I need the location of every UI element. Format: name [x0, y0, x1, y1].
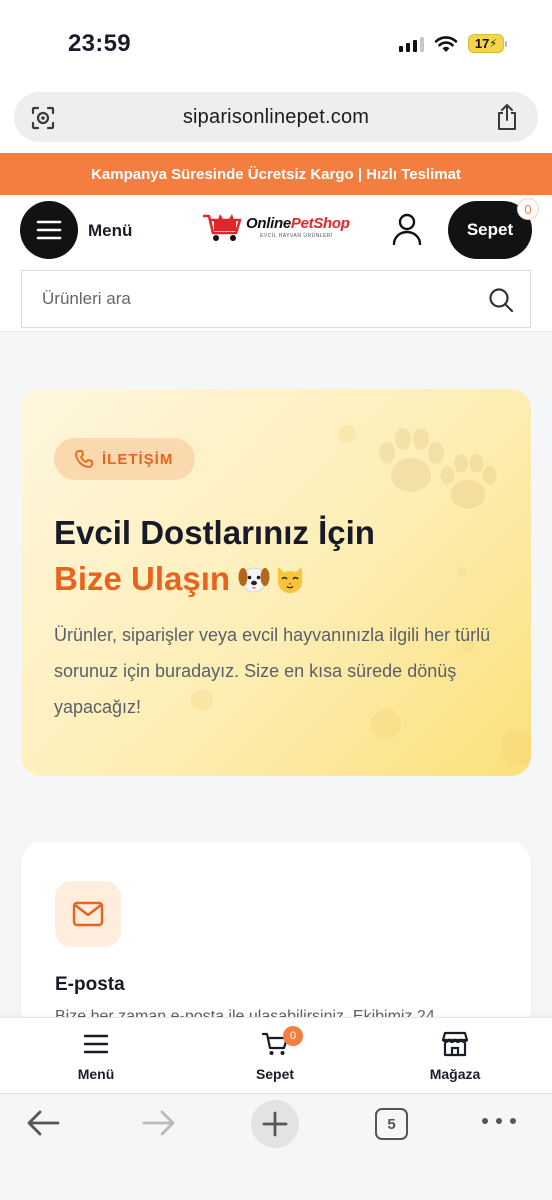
site-logo[interactable]: OnlinePetShop EVCİL HAYVAN ÜRÜNLERİ — [202, 211, 352, 247]
cart-count-badge: 0 — [517, 198, 539, 220]
pet-emojis — [238, 563, 306, 595]
bottom-nav-store[interactable]: Mağaza — [400, 1030, 510, 1082]
status-bar: 23:59 17 ⚡ — [0, 0, 552, 88]
bottom-nav-store-label: Mağaza — [429, 1066, 481, 1082]
status-indicators: 17 ⚡ — [399, 34, 507, 53]
hero-title-highlight: Bize Ulaşın — [54, 555, 306, 603]
phone-icon — [75, 450, 93, 468]
new-tab-button[interactable] — [251, 1100, 299, 1148]
more-options-icon[interactable] — [482, 1118, 516, 1128]
address-bar[interactable]: siparisonlinepet.com — [14, 92, 538, 142]
menu-label[interactable]: Menü — [88, 221, 132, 241]
paw-print-icon — [440, 453, 497, 509]
promo-banner: Kampanya Süresinde Ücretsiz Kargo | Hızl… — [0, 153, 552, 195]
cat-face-icon — [278, 567, 303, 593]
decorative-dot — [457, 567, 467, 577]
hamburger-icon — [83, 1034, 109, 1054]
email-icon-tile — [55, 881, 121, 947]
promo-text: Kampanya Süresinde Ücretsiz Kargo | Hızl… — [91, 165, 461, 183]
tab-count: 5 — [387, 1115, 396, 1133]
decorative-dot — [501, 729, 531, 765]
share-icon[interactable] — [494, 103, 520, 131]
cart-label: Sepet — [466, 220, 514, 239]
decorative-dot — [338, 425, 356, 443]
status-time: 23:59 — [68, 30, 131, 57]
search-bar — [21, 270, 531, 328]
email-card-title: E-posta — [55, 974, 125, 995]
hero-title: Evcil Dostlarınız İçin — [54, 514, 375, 551]
hero-title-highlight-text: Bize Ulaşın — [54, 560, 231, 597]
browser-toolbar: 5 — [0, 1093, 552, 1200]
browser-address-area: siparisonlinepet.com — [0, 88, 552, 153]
dog-face-icon — [238, 567, 270, 593]
back-arrow-icon[interactable] — [26, 1108, 60, 1138]
section-badge-label: İLETİŞİM — [102, 450, 174, 468]
search-input[interactable] — [42, 289, 462, 309]
mail-icon — [72, 901, 104, 927]
tabs-button[interactable]: 5 — [375, 1108, 408, 1140]
bottom-nav-menu-label: Menü — [77, 1066, 115, 1082]
battery-level: 17 — [474, 36, 490, 51]
contact-hero-card: İLETİŞİM Evcil Dostlarınız İçin Bize Ula… — [21, 389, 531, 776]
bottom-nav-cart[interactable]: 0 Sepet — [220, 1026, 330, 1082]
cellular-signal-icon — [399, 36, 424, 52]
menu-button[interactable] — [20, 201, 78, 259]
user-account-icon[interactable] — [392, 213, 422, 245]
logo-tagline: EVCİL HAYVAN ÜRÜNLERİ — [260, 233, 333, 239]
logo-wordmark: OnlinePetShop — [246, 215, 350, 232]
battery-icon: 17 ⚡ — [468, 34, 507, 53]
bottom-nav-cart-badge: 0 — [283, 1026, 303, 1046]
search-icon[interactable] — [488, 287, 514, 313]
url-text: siparisonlinepet.com — [182, 105, 370, 128]
page-settings-icon[interactable] — [30, 105, 56, 131]
store-icon — [441, 1031, 469, 1057]
site-header: Menü OnlinePetShop EVCİL HAYVAN ÜRÜNLERİ… — [0, 195, 552, 332]
logo-cart-icon — [203, 214, 242, 241]
bottom-nav-cart-label: Sepet — [255, 1066, 295, 1082]
bottom-navigation: Menü 0 Sepet Mağaza — [0, 1017, 552, 1093]
hamburger-icon — [36, 220, 62, 240]
section-badge: İLETİŞİM — [54, 438, 196, 480]
wifi-icon — [434, 35, 458, 52]
bottom-nav-menu[interactable]: Menü — [41, 1030, 151, 1082]
hero-description: Ürünler, siparişler veya evcil hayvanını… — [54, 625, 491, 717]
plus-icon — [262, 1111, 288, 1137]
forward-arrow-icon[interactable] — [142, 1108, 176, 1138]
